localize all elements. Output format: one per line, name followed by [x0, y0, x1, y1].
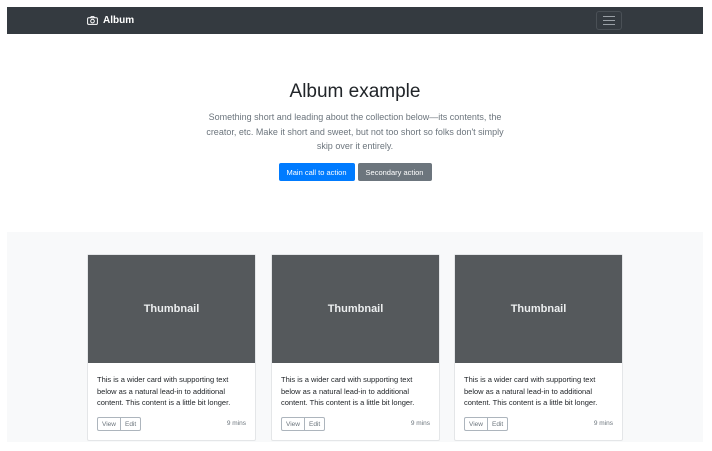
view-button[interactable]: View — [464, 417, 488, 431]
card-thumbnail: Thumbnail — [88, 255, 255, 363]
card-button-group: View Edit — [97, 417, 142, 431]
brand-label: Album — [103, 15, 135, 26]
jumbotron: Album example Something short and leadin… — [7, 34, 703, 232]
edit-button[interactable]: Edit — [487, 417, 509, 431]
album-card: Thumbnail This is a wider card with supp… — [87, 254, 256, 441]
card-text: This is a wider card with supporting tex… — [464, 375, 598, 407]
card-timestamp: 9 mins — [410, 420, 430, 427]
action-buttons: Main call to action Secondary action — [7, 163, 703, 181]
main-call-to-action-button[interactable]: Main call to action — [278, 163, 355, 181]
card-thumbnail: Thumbnail — [455, 255, 622, 363]
card-text: This is a wider card with supporting tex… — [281, 375, 415, 407]
card-button-group: View Edit — [464, 417, 509, 431]
brand-link[interactable]: Album — [87, 7, 134, 34]
edit-button[interactable]: Edit — [304, 417, 326, 431]
card-timestamp: 9 mins — [593, 420, 613, 427]
page-title: Album example — [289, 81, 421, 102]
navbar: Album — [7, 7, 703, 34]
navbar-toggler-button[interactable] — [596, 11, 622, 30]
card-thumbnail: Thumbnail — [272, 255, 439, 363]
album-section: Thumbnail This is a wider card with supp… — [7, 232, 703, 442]
secondary-action-button[interactable]: Secondary action — [357, 163, 432, 181]
hamburger-menu-icon — [603, 16, 615, 17]
view-button[interactable]: View — [97, 417, 121, 431]
card-button-group: View Edit — [281, 417, 326, 431]
album-card: Thumbnail This is a wider card with supp… — [454, 254, 623, 441]
card-text: This is a wider card with supporting tex… — [97, 375, 231, 407]
camera-icon — [87, 16, 98, 25]
view-button[interactable]: View — [281, 417, 305, 431]
card-timestamp: 9 mins — [226, 420, 246, 427]
edit-button[interactable]: Edit — [120, 417, 142, 431]
lead-text: Something short and leading about the co… — [206, 112, 504, 151]
album-card: Thumbnail This is a wider card with supp… — [271, 254, 440, 441]
